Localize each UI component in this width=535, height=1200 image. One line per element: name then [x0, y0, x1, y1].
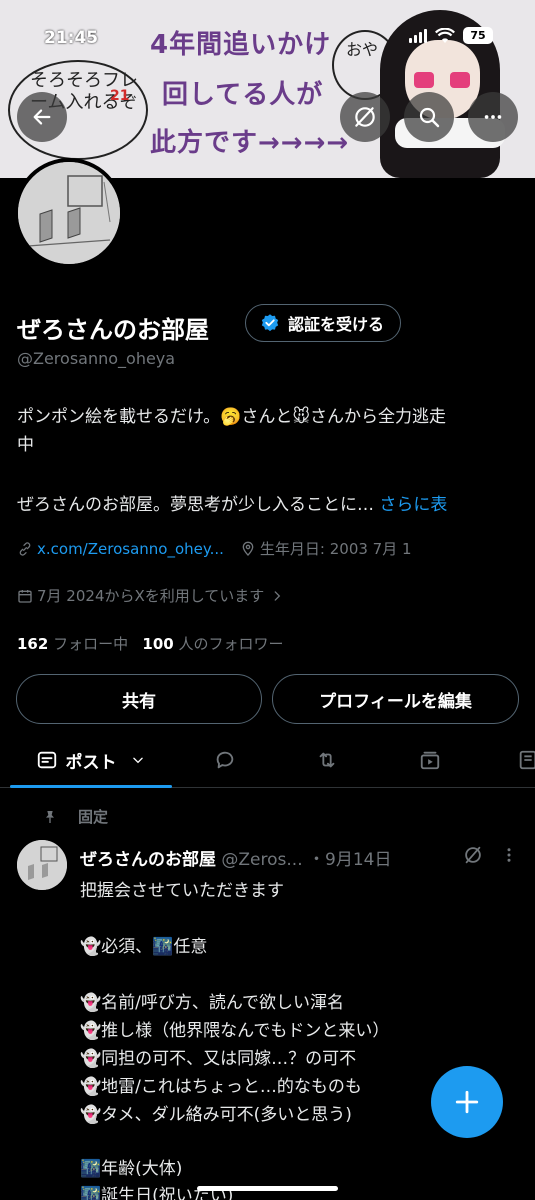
- plus-icon: [455, 1090, 479, 1114]
- speech-bubble-left-red-text: 21: [110, 88, 130, 104]
- tab-posts-label: ポスト: [65, 752, 117, 773]
- share-button[interactable]: 共有: [16, 674, 262, 724]
- profile-joined-date: 7月 2024からXを利用しています: [37, 587, 265, 605]
- followers-link[interactable]: 100 人のフォロワー: [142, 635, 283, 653]
- calendar-icon: [18, 589, 32, 603]
- repost-icon: [319, 752, 335, 768]
- following-label: フォロー中: [53, 635, 129, 653]
- profile-avatar[interactable]: [14, 158, 124, 268]
- show-more-link[interactable]: さらに表: [379, 495, 447, 515]
- post-text-line: 👻推し様（他界隈なんでもドンと来い）: [80, 1021, 390, 1041]
- chevron-right-icon: [274, 590, 281, 601]
- profile-website-link[interactable]: x.com/Zerosanno_ohey...: [37, 540, 224, 558]
- bio-line-3-text: ぜろさんのお部屋。夢思考が少し入ることに…: [17, 495, 374, 515]
- banner-text-line3: 此方です→→→→: [150, 128, 350, 158]
- profile-display-name: ぜろさんのお部屋: [17, 316, 209, 344]
- compose-post-button[interactable]: [431, 1066, 503, 1138]
- more-vertical-icon: [507, 848, 511, 862]
- post-text-line: 👻地雷/これはちょっと…的なものも: [80, 1077, 362, 1097]
- profile-birthday: 生年月日: 2003 7月 1: [259, 540, 412, 558]
- document-icon: [519, 750, 535, 770]
- wifi-icon: [435, 27, 455, 43]
- tab-reposts[interactable]: [302, 732, 352, 788]
- character-eye-right: [450, 72, 470, 88]
- post-text-line: 👻同担の可不、又は同嫁…？の可不: [80, 1049, 357, 1069]
- profile-handle: @Zerosanno_oheya: [17, 349, 176, 368]
- home-indicator[interactable]: [197, 1186, 338, 1191]
- edit-profile-button[interactable]: プロフィールを編集: [272, 674, 519, 724]
- search-button[interactable]: [404, 92, 454, 142]
- get-verified-button[interactable]: 認証を受ける: [245, 304, 402, 342]
- post-text-line: 👻必須、🌃任意: [80, 937, 208, 957]
- bio-line-2: 中: [17, 435, 34, 455]
- follow-stats: 162 フォロー中 100 人のフォロワー: [17, 633, 284, 654]
- post-text-line: 把握会させていただきます: [80, 881, 284, 901]
- following-count: 162: [17, 635, 49, 653]
- bio-line-3: ぜろさんのお部屋。夢思考が少し入ることに… さらに表: [17, 490, 447, 515]
- followers-label: 人のフォロワー: [178, 635, 284, 653]
- pin-icon: [46, 810, 54, 823]
- active-tab-indicator: [10, 785, 172, 788]
- post-text-line: 👻名前/呼び方、読んで欲しい渾名: [80, 993, 345, 1013]
- tab-media[interactable]: [508, 732, 535, 788]
- post-header: ぜろさんのお部屋 @Zeros... ・9月14日: [80, 845, 391, 870]
- status-time: 21:45: [44, 28, 99, 48]
- back-button[interactable]: [17, 92, 67, 142]
- tab-highlights[interactable]: [405, 732, 455, 788]
- more-horizontal-icon: [484, 115, 502, 119]
- character-eye-left: [414, 72, 434, 88]
- link-icon: [19, 541, 31, 556]
- battery-icon: 75: [463, 27, 493, 44]
- following-link[interactable]: 162 フォロー中: [17, 635, 128, 653]
- bio-line-1: ポンポン絵を載せるだけ。🥱さんと🐭さんから全力逃走: [17, 407, 447, 427]
- post-text-line: 👻タメ、ダル絡み可不(多いと思う): [80, 1105, 352, 1125]
- chevron-down-icon: [132, 757, 143, 764]
- status-icons: 75: [409, 27, 493, 44]
- pinned-label: 固定: [78, 808, 109, 826]
- mute-button[interactable]: [340, 92, 390, 142]
- post-avatar-sketch-image: [17, 840, 67, 890]
- post-author-handle[interactable]: @Zeros...: [221, 850, 302, 870]
- profile-tabs: ポスト: [0, 732, 535, 788]
- cellular-signal-icon: [409, 28, 427, 43]
- profile-joined-row[interactable]: 7月 2024からXを利用しています: [17, 585, 284, 606]
- tab-posts[interactable]: ポスト: [10, 732, 170, 788]
- search-icon: [419, 107, 440, 128]
- followers-count: 100: [142, 635, 174, 653]
- get-verified-label: 認証を受ける: [288, 315, 385, 334]
- posts-icon: [37, 751, 56, 769]
- post-author-avatar[interactable]: [17, 840, 67, 890]
- banner-text-line1: 4年間追いかけ: [150, 30, 332, 60]
- verified-badge-icon: [261, 314, 279, 332]
- post-text-line: 🌃年齢(大体): [80, 1159, 183, 1179]
- muted-icon: [355, 107, 375, 127]
- arrow-left-icon: [33, 109, 51, 125]
- post-more-button[interactable]: [500, 844, 518, 870]
- avatar-sketch-image: [18, 162, 120, 264]
- post-date[interactable]: ・9月14日: [308, 850, 391, 870]
- tab-replies[interactable]: [200, 732, 250, 788]
- birthday-icon: [242, 541, 254, 556]
- profile-meta-row: x.com/Zerosanno_ohey... 生年月日: 2003 7月 1: [17, 538, 412, 559]
- more-options-button[interactable]: [468, 92, 518, 142]
- pinned-indicator: 固定: [42, 806, 108, 827]
- banner-text-line2: 回してる人が: [162, 80, 324, 110]
- speech-bubble-right-text: おや: [346, 40, 379, 59]
- post-author-name[interactable]: ぜろさんのお部屋: [80, 850, 216, 870]
- post-mute-button[interactable]: [462, 844, 484, 870]
- muted-icon: [465, 846, 481, 864]
- reply-bubble-icon: [216, 751, 234, 769]
- video-stack-icon: [420, 751, 440, 770]
